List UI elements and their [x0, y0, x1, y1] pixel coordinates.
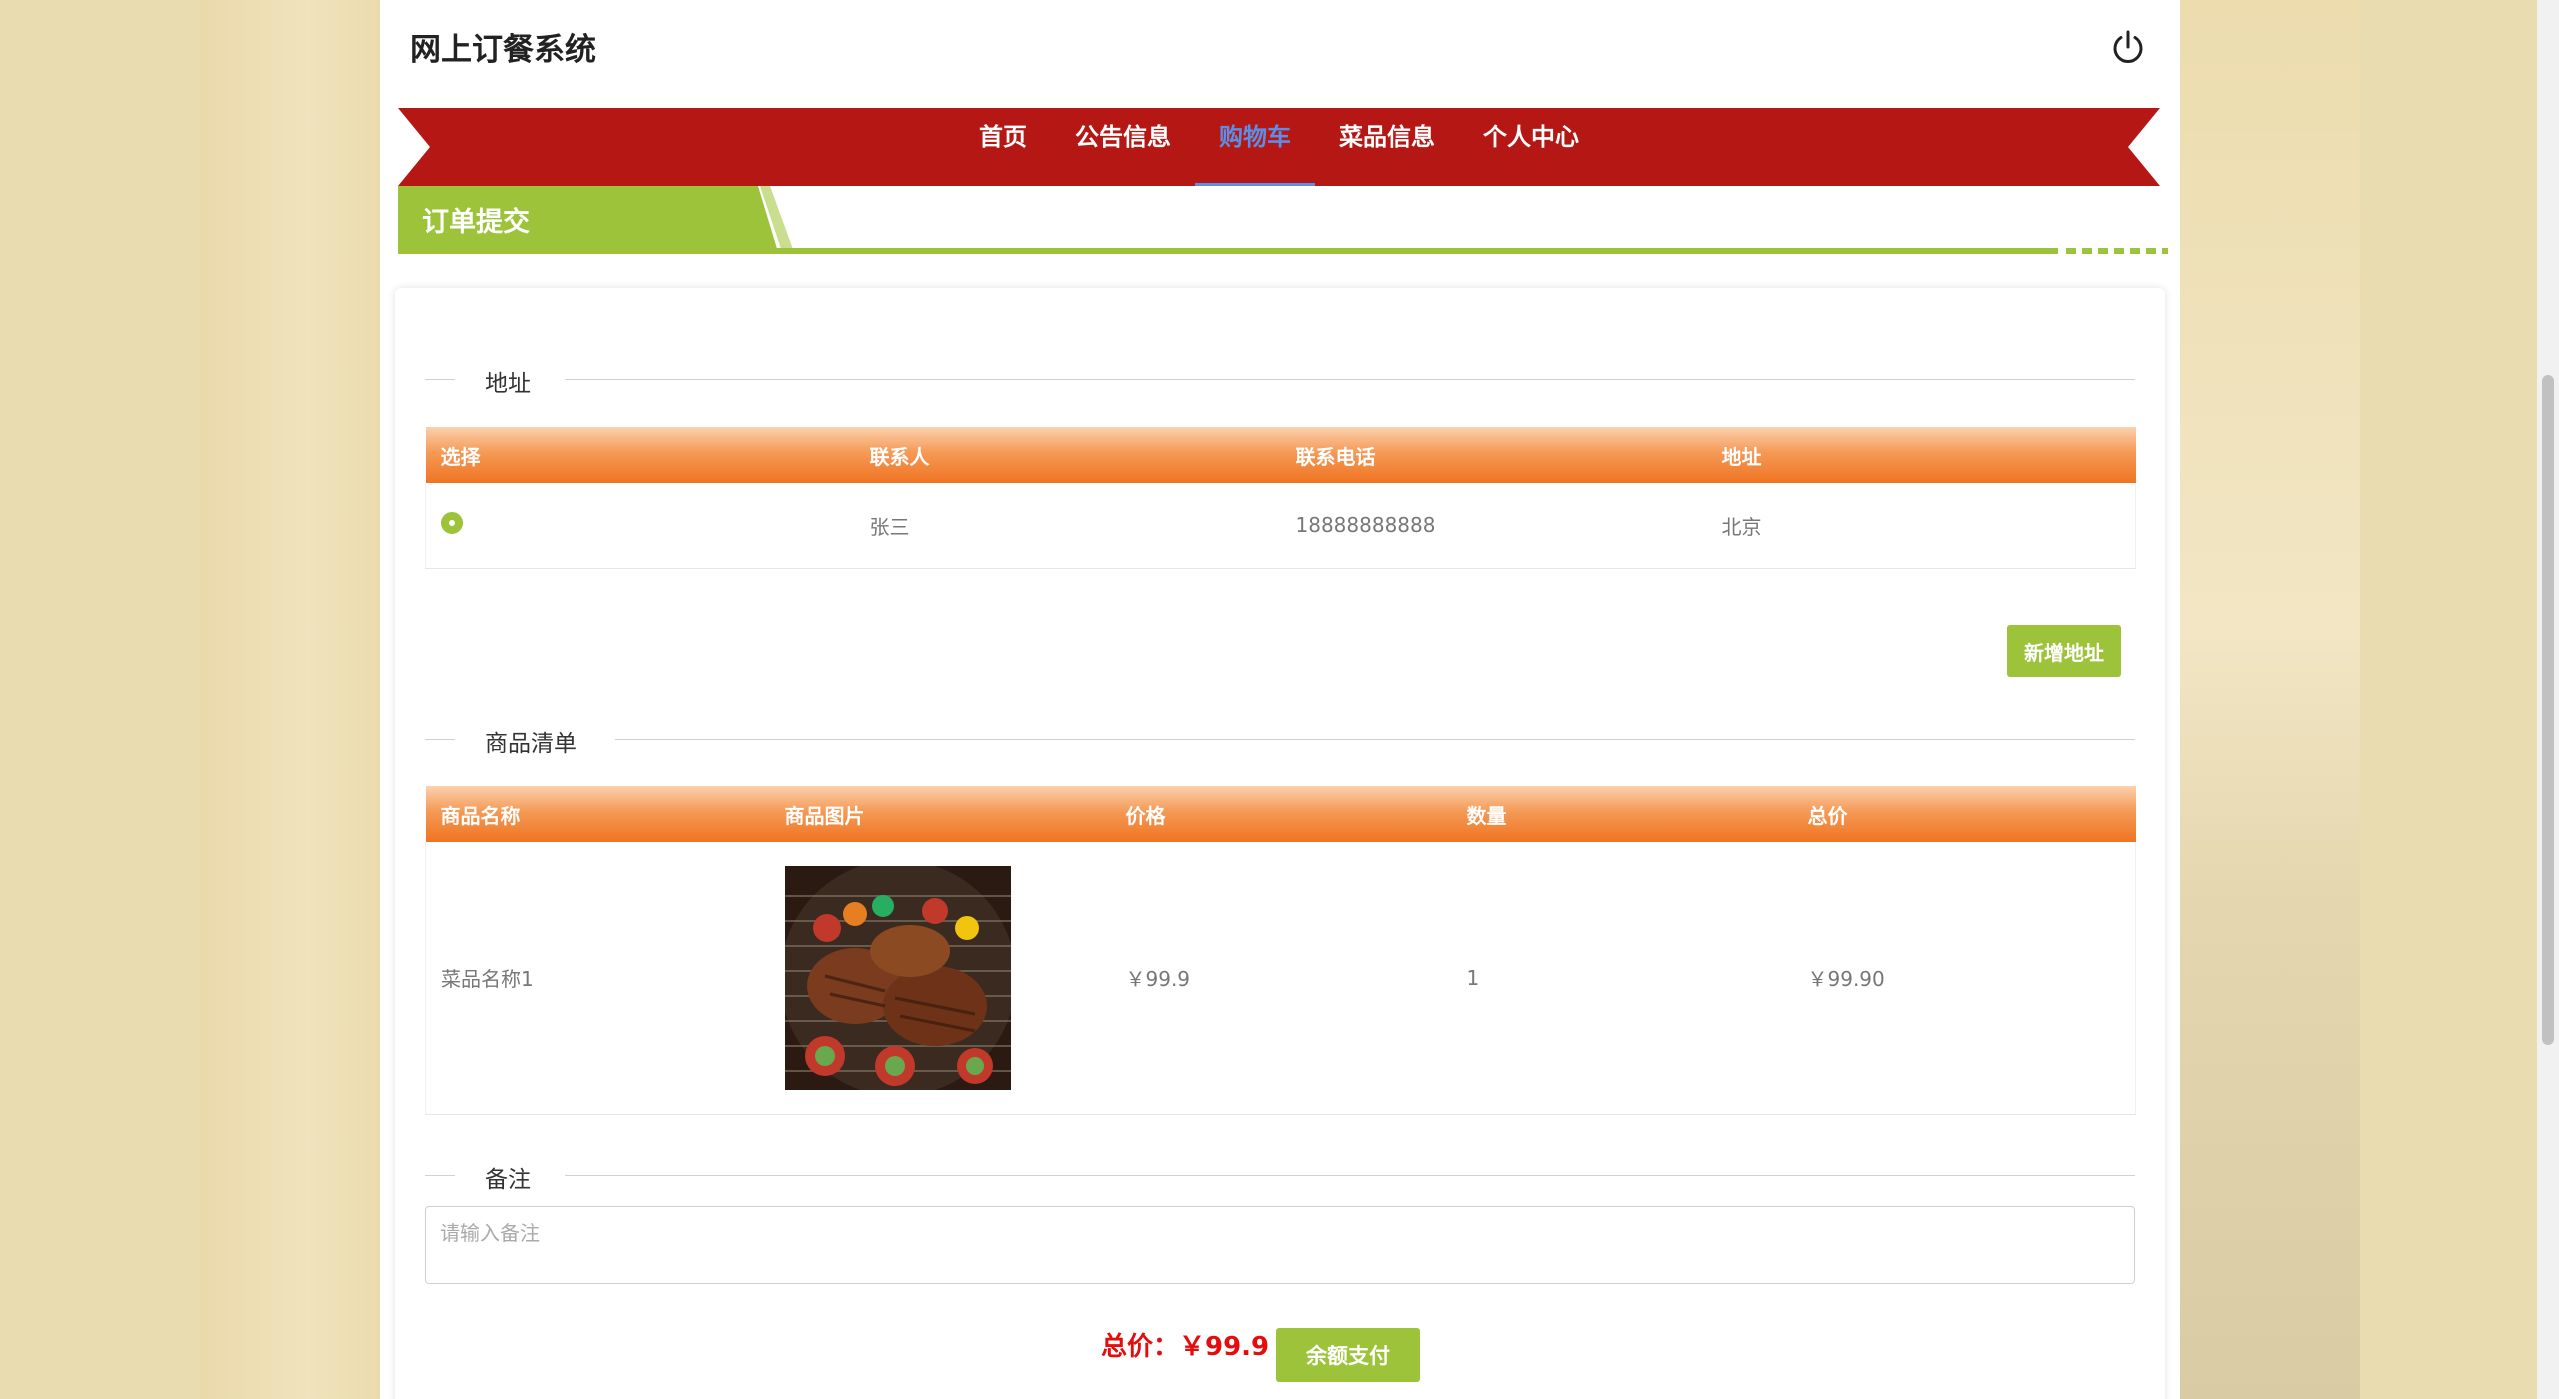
col-phone: 联系电话 — [1295, 444, 1376, 469]
phone-cell: 18888888888 — [1295, 513, 1436, 538]
add-address-button[interactable]: 新增地址 — [2007, 625, 2121, 677]
address-table: 选择 联系人 联系电话 地址 张三 18888888888 北京 — [425, 427, 2136, 569]
goods-image-cell — [770, 842, 1111, 1114]
background-paper-left — [200, 0, 380, 1399]
col-address: 地址 — [1721, 444, 1762, 469]
col-select: 选择 — [440, 444, 481, 469]
quantity-cell: 1 — [1466, 965, 1480, 990]
col-contact: 联系人 — [869, 444, 930, 469]
nav-item-cart[interactable]: 购物车 — [1195, 108, 1315, 186]
section-header: 订单提交 — [398, 186, 2168, 256]
goods-name-cell: 菜品名称1 — [441, 967, 534, 992]
nav-item-user-center[interactable]: 个人中心 — [1459, 108, 1603, 186]
remark-legend: 备注 — [425, 1160, 2135, 1193]
address-legend: 地址 — [425, 364, 2135, 397]
scrollbar-thumb[interactable] — [2542, 375, 2554, 1045]
section-underline — [398, 248, 2058, 254]
nav-item-announcements[interactable]: 公告信息 — [1051, 108, 1195, 186]
page-container: 网上订餐系统 首页 公告信息 购物车 菜品信息 个人中心 订单提交 地址 选择 … — [380, 0, 2180, 1399]
contact-cell: 张三 — [869, 514, 910, 539]
table-row[interactable]: 菜品名称1 ￥99.9 1 ￥99.90 — [425, 842, 2136, 1114]
col-price: 价格 — [1125, 803, 1166, 828]
main-nav: 首页 公告信息 购物车 菜品信息 个人中心 — [398, 108, 2160, 186]
goods-table-header: 商品名称 商品图片 价格 数量 总价 — [425, 786, 2136, 842]
goods-table: 商品名称 商品图片 价格 数量 总价 菜品名称1 ￥99.9 1 ￥99.90 — [425, 786, 2136, 1115]
col-total: 总价 — [1807, 803, 1848, 828]
section-underline-dashes — [2066, 248, 2168, 254]
address-table-header: 选择 联系人 联系电话 地址 — [425, 427, 2136, 483]
goods-legend-label: 商品清单 — [485, 731, 577, 757]
scrollbar[interactable] — [2537, 0, 2559, 1399]
goods-legend: 商品清单 — [425, 724, 2135, 757]
col-goods-image: 商品图片 — [784, 803, 865, 828]
site-title: 网上订餐系统 — [410, 32, 596, 68]
address-cell: 北京 — [1721, 514, 1762, 539]
address-legend-label: 地址 — [485, 371, 531, 397]
grilled-meat-photo — [784, 865, 1011, 1090]
nav-item-dishes[interactable]: 菜品信息 — [1315, 108, 1459, 186]
price-cell: ￥99.9 — [1125, 967, 1191, 992]
power-icon[interactable] — [2108, 27, 2148, 67]
top-bar: 网上订餐系统 — [380, 0, 2180, 108]
order-total: 总价：￥99.9 — [1101, 1332, 1270, 1362]
remark-legend-label: 备注 — [485, 1167, 531, 1193]
nav-item-home[interactable]: 首页 — [955, 108, 1051, 186]
total-cell: ￥99.90 — [1807, 967, 1885, 992]
table-row[interactable]: 张三 18888888888 北京 — [425, 483, 2136, 568]
col-quantity: 数量 — [1466, 803, 1507, 828]
balance-pay-button[interactable]: 余额支付 — [1276, 1328, 1420, 1382]
remark-input[interactable] — [425, 1206, 2135, 1284]
address-select-radio[interactable] — [441, 511, 463, 534]
col-goods-name: 商品名称 — [440, 803, 521, 828]
nav-items: 首页 公告信息 购物车 菜品信息 个人中心 — [398, 108, 2160, 186]
background-paper-right — [2180, 0, 2360, 1399]
section-title: 订单提交 — [422, 207, 530, 238]
order-card: 地址 选择 联系人 联系电话 地址 张三 18888888888 北京 新增地址… — [395, 288, 2165, 1399]
